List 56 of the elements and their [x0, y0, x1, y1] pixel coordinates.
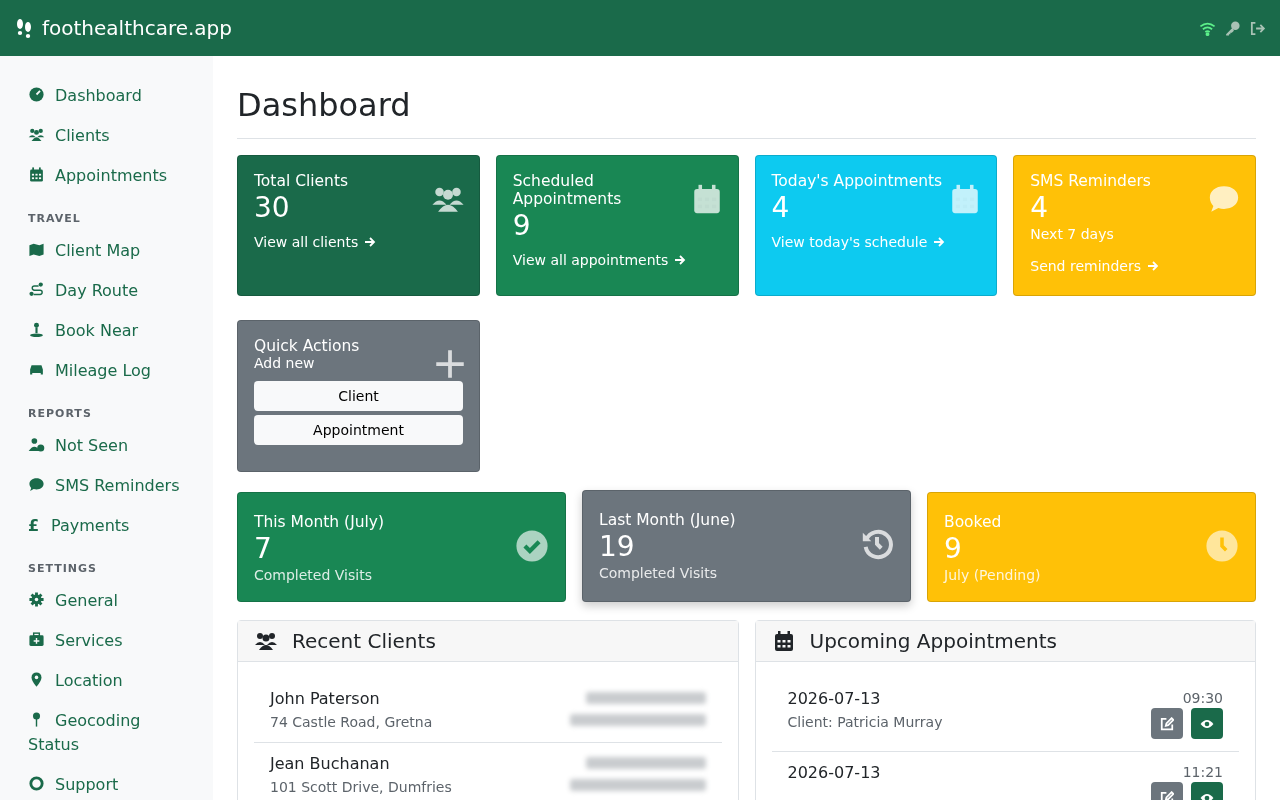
card-subtitle: Completed Visits	[254, 567, 372, 583]
card-value: 30	[254, 190, 290, 226]
card-title: This Month (July)	[254, 513, 385, 531]
card-value: 9	[944, 531, 962, 567]
sidebar-link[interactable]: Book Near	[28, 311, 185, 351]
add-button[interactable]: Client	[254, 381, 463, 411]
add-button[interactable]: Appointment	[254, 415, 463, 445]
client-address: 74 Castle Road, Gretna	[270, 714, 433, 730]
sidebar-link[interactable]: Client Map	[28, 231, 185, 271]
sidebar-link[interactable]: Not Seen	[28, 426, 185, 466]
card-title: Quick Actions	[254, 337, 360, 355]
card-value: 4	[771, 190, 790, 226]
card-value: 7	[254, 531, 272, 567]
sidebar-link[interactable]: Day Route	[28, 271, 185, 311]
client-name[interactable]: John Paterson	[270, 686, 433, 712]
card-subtitle: Add new	[254, 355, 316, 371]
card-title: SMS Reminders	[1030, 172, 1151, 190]
brand-name[interactable]: foothealthcare.app	[42, 16, 232, 40]
appointment-date: 2026-07-13	[787, 762, 881, 784]
appointment-time: 09:30	[1181, 690, 1223, 706]
sidebar-link[interactable]: Mileage Log	[28, 351, 185, 391]
card-value: 4	[1030, 190, 1049, 226]
pound-icon: £	[28, 514, 41, 538]
card-subtitle: July (Pending)	[944, 567, 1041, 583]
sidebar-link[interactable]: SMS Reminders	[28, 466, 185, 506]
card-subtitle: Completed Visits	[599, 565, 717, 581]
sidebar-heading: TRAVEL	[28, 212, 82, 225]
card-title: Scheduled Appointments	[512, 172, 623, 208]
panel-title: Upcoming Appointments	[809, 629, 1057, 653]
appointment-date: 2026-07-13	[787, 688, 882, 710]
card-link[interactable]: View all clients	[254, 234, 377, 250]
client-name[interactable]: Jean Buchanan	[270, 751, 452, 777]
card-title: Total Clients	[254, 172, 349, 190]
card-title: Last Month (June)	[599, 511, 736, 529]
panel-title: Recent Clients	[292, 629, 436, 653]
client-address: 101 Scott Drive, Dumfries	[270, 779, 452, 795]
card-title: Today's Appointments	[771, 172, 943, 190]
sidebar-link[interactable]: Dashboard	[28, 76, 185, 116]
sidebar-link[interactable]: £ Payments	[28, 506, 185, 546]
sidebar-link[interactable]: General	[28, 581, 185, 621]
card-link[interactable]: View all appointments	[512, 252, 687, 268]
sidebar-link[interactable]: Support	[28, 765, 185, 800]
card-value: 9	[512, 208, 531, 244]
sidebar-link[interactable]: Appointments	[28, 156, 185, 196]
appointment-time: 11:21	[1181, 764, 1223, 780]
card-note: Next 7 days	[1030, 226, 1114, 242]
sidebar-link[interactable]: Clients	[28, 116, 185, 156]
sidebar-link[interactable]: Location	[28, 661, 185, 701]
sidebar-heading: SETTINGS	[28, 562, 98, 575]
sidebar-link[interactable]: Services	[28, 621, 185, 661]
appointment-client: Client: Patricia Murray	[787, 714, 943, 730]
card-title: Booked	[944, 513, 1002, 531]
sidebar-heading: REPORTS	[28, 407, 93, 420]
sidebar-link[interactable]: Geocoding Status	[28, 701, 185, 765]
card-value: 19	[599, 529, 635, 565]
page-title: Dashboard	[237, 86, 1256, 139]
